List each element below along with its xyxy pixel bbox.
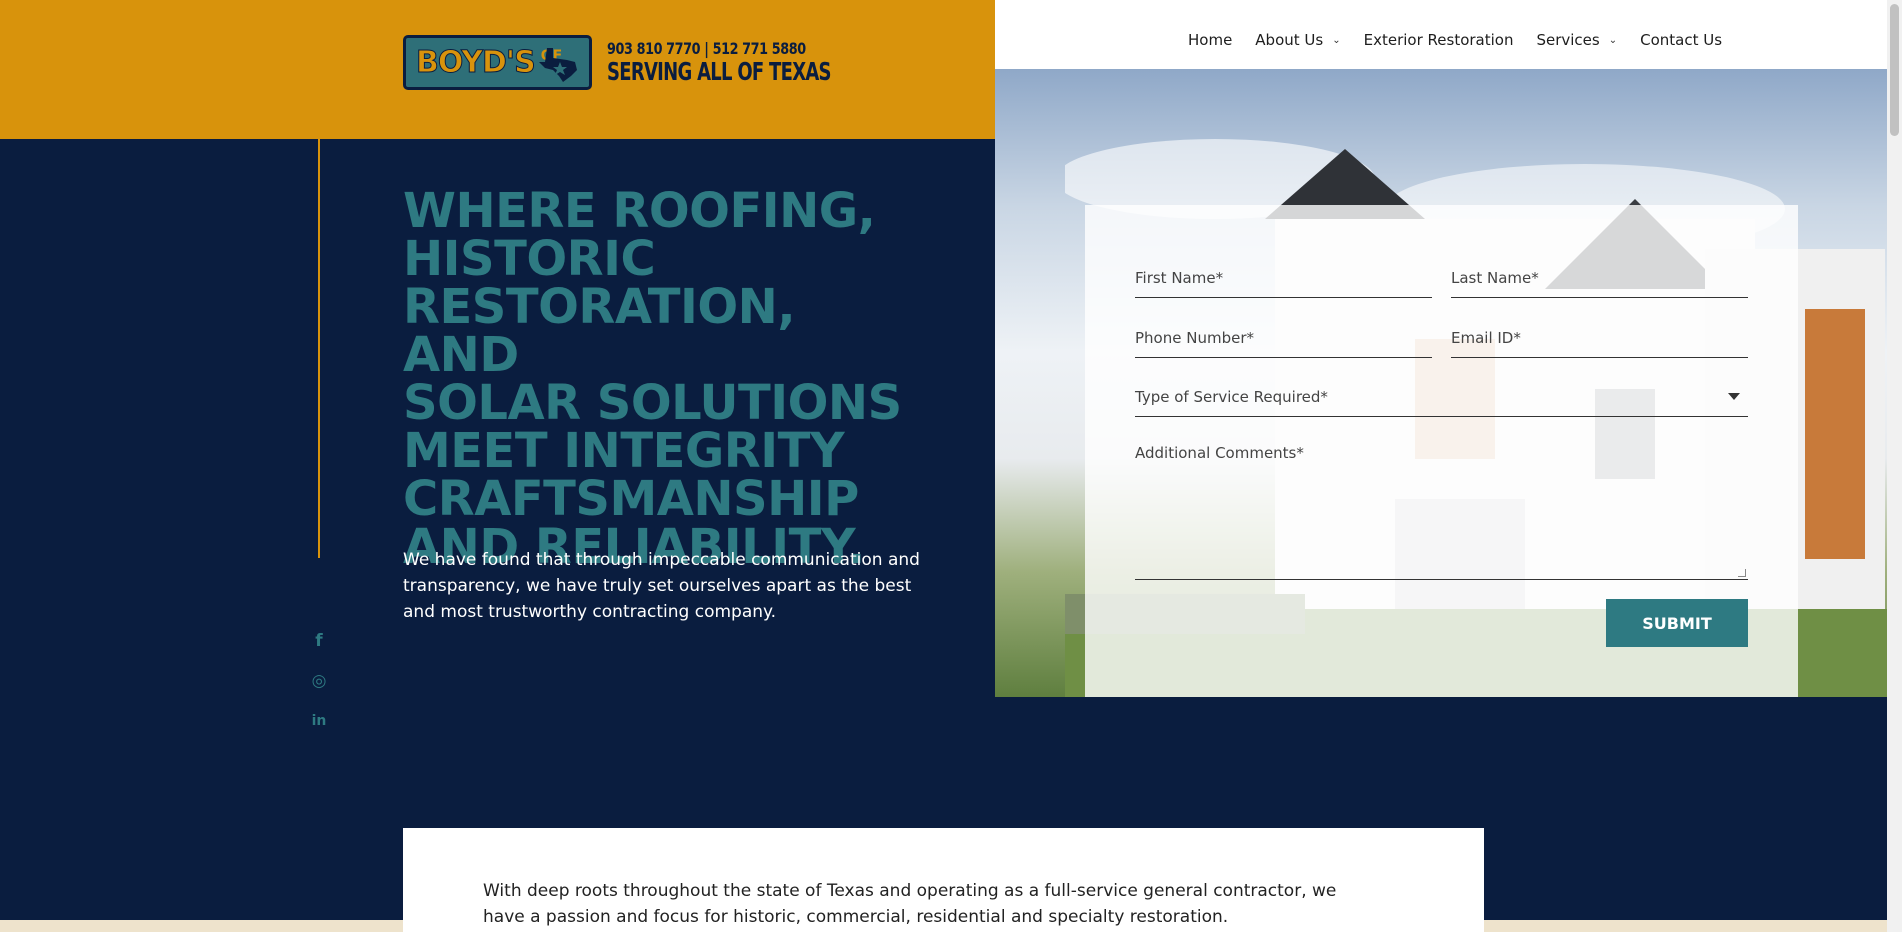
logo-badge: BOYD'S OF <box>403 35 592 90</box>
resize-handle-icon[interactable] <box>1738 569 1746 577</box>
nav-contact-label: Contact Us <box>1640 31 1723 49</box>
first-name-field[interactable]: First Name* <box>1135 268 1432 298</box>
page-scrollbar[interactable] <box>1887 0 1902 932</box>
email-field[interactable]: Email ID* <box>1451 328 1748 358</box>
nav-item-services[interactable]: Services ⌄ <box>1536 31 1617 49</box>
caret-down-icon <box>1728 393 1740 400</box>
about-text: With deep roots throughout the state of … <box>483 881 1337 927</box>
nav-exterior-label: Exterior Restoration <box>1363 31 1514 49</box>
nav-item-exterior-restoration[interactable]: Exterior Restoration <box>1364 31 1514 49</box>
comments-placeholder: Additional Comments* <box>1135 444 1304 462</box>
headline-line: MEET INTEGRITY <box>403 423 845 479</box>
nav-about-label: About Us <box>1255 31 1324 49</box>
decorative-vertical-line <box>318 93 320 558</box>
logo-phones: 903 810 7770 | 512 771 5880 <box>607 39 806 58</box>
facebook-icon[interactable]: f <box>309 631 329 651</box>
nav-item-home[interactable]: Home <box>1188 31 1232 49</box>
last-name-placeholder: Last Name* <box>1451 269 1539 287</box>
headline-line: WHERE ROOFING, <box>403 183 876 239</box>
nav-item-contact-us[interactable]: Contact Us <box>1640 31 1722 49</box>
about-card: With deep roots throughout the state of … <box>403 828 1484 932</box>
logo-brand: BOYD'S <box>416 45 537 81</box>
hero-intro-text: We have found that through impeccable co… <box>403 550 920 622</box>
service-type-select[interactable]: Type of Service Required* <box>1135 387 1748 417</box>
logo-text: 903 810 7770 | 512 771 5880 SERVING ALL … <box>607 39 918 86</box>
instagram-icon[interactable]: ◎ <box>309 671 329 691</box>
headline-line: SOLAR SOLUTIONS <box>403 375 902 431</box>
texas-map-icon <box>539 48 577 82</box>
headline-line: RESTORATION, AND <box>403 279 796 383</box>
nav-home-label: Home <box>1188 31 1233 49</box>
phone-number-field[interactable]: Phone Number* <box>1135 328 1432 358</box>
headline-line: HISTORIC <box>403 231 656 287</box>
main-nav: Home About Us ⌄ Exterior Restoration Serv… <box>1188 31 1722 49</box>
email-placeholder: Email ID* <box>1451 329 1521 347</box>
nav-item-about-us[interactable]: About Us ⌄ <box>1255 31 1340 49</box>
first-name-placeholder: First Name* <box>1135 269 1224 287</box>
submit-button[interactable]: SUBMIT <box>1606 599 1748 647</box>
phone-placeholder: Phone Number* <box>1135 329 1254 347</box>
service-placeholder: Type of Service Required* <box>1135 388 1328 406</box>
scrollbar-thumb[interactable] <box>1890 4 1899 136</box>
hero-headline: WHERE ROOFING, HISTORIC RESTORATION, AND… <box>403 187 903 571</box>
logo-tagline: SERVING ALL OF TEXAS <box>607 57 832 86</box>
linkedin-icon[interactable]: in <box>309 711 329 731</box>
last-name-field[interactable]: Last Name* <box>1451 268 1748 298</box>
headline-line: CRAFTSMANSHIP <box>403 471 859 527</box>
chevron-down-icon: ⌄ <box>1332 34 1341 46</box>
site-logo[interactable]: BOYD'S OF 903 810 7770 | 512 771 5880 SE… <box>403 35 918 90</box>
nav-services-label: Services <box>1536 31 1600 49</box>
additional-comments-textarea[interactable]: Additional Comments* <box>1135 444 1748 580</box>
chevron-down-icon: ⌄ <box>1608 34 1618 46</box>
